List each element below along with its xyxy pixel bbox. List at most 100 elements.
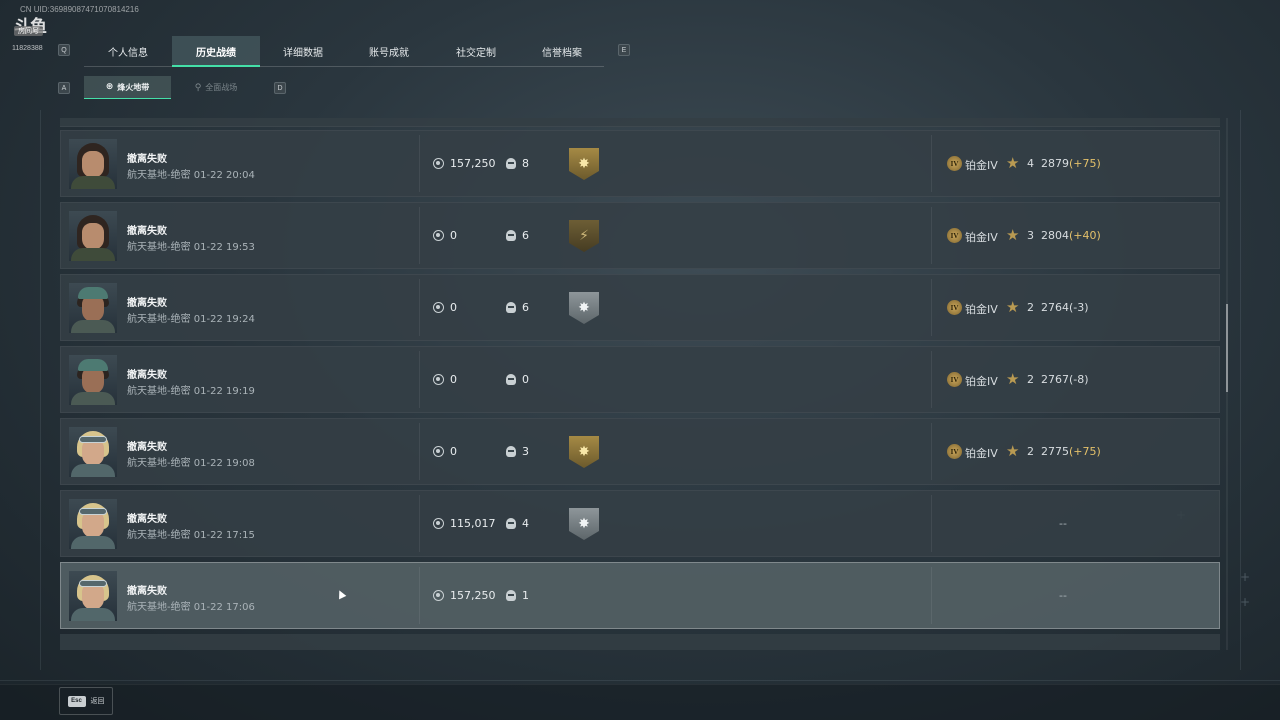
rank-badge-icon: IV	[947, 444, 962, 459]
rank-score: 2879(+75)	[1041, 157, 1101, 170]
skull-icon	[506, 518, 516, 529]
match-meta: 航天基地-绝密 01-22 19:19	[127, 382, 255, 397]
match-row[interactable]: 撤离失败 航天基地-绝密 01-22 17:06 157,250 1 --	[60, 562, 1220, 629]
column-divider	[419, 279, 420, 336]
rank-badge-icon: IV	[947, 156, 962, 171]
top-tab-bar: Q 个人信息 历史战绩 详细数据 账号成就 社交定制 信誉档案 E	[58, 36, 638, 68]
star-icon: ★	[1006, 226, 1020, 244]
operator-avatar	[69, 499, 117, 549]
scrollbar-thumb[interactable]	[1226, 304, 1228, 392]
map-mode: 航天基地-绝密	[127, 386, 191, 397]
match-row[interactable]: 撤离失败 航天基地-绝密 01-22 17:15 115,017 4 ✸ --	[60, 490, 1220, 557]
tab-4[interactable]: 账号成就	[346, 36, 432, 66]
burst-emblem-icon: ✸	[569, 508, 599, 540]
score-value: 2879	[1041, 157, 1069, 170]
tab-5[interactable]: 社交定制	[432, 36, 520, 66]
tab-2[interactable]: 历史战绩	[172, 36, 260, 67]
kill-count: 6	[522, 301, 529, 314]
tab-1[interactable]: 个人信息	[84, 36, 172, 66]
key-hint-d[interactable]: D	[274, 82, 286, 94]
rank-name: 铂金IV	[965, 231, 998, 244]
rank-score: 2804(+40)	[1041, 229, 1101, 242]
tab-6[interactable]: 信誉档案	[520, 36, 604, 66]
match-time: 01-22 19:53	[193, 242, 255, 253]
loot-value: 115,017	[450, 517, 496, 530]
operator-avatar	[69, 427, 117, 477]
star-count: 2	[1027, 373, 1034, 386]
column-divider	[931, 495, 932, 552]
esc-key-icon: Esc	[67, 695, 86, 707]
operator-avatar	[69, 355, 117, 405]
sub-tab-bar: A ⊛ 烽火地带 ⚲ 全面战场 D	[58, 76, 298, 100]
score-delta: (+75)	[1069, 445, 1101, 458]
column-divider	[931, 279, 932, 336]
column-divider	[419, 495, 420, 552]
radar-icon: ⊛	[105, 82, 114, 92]
match-history-list[interactable]: 撤离失败 航天基地-绝密 01-22 20:04 157,250 8 ✸ IV 铂金IV ★ 4…	[60, 118, 1222, 650]
match-result: 撤离失败	[127, 514, 167, 525]
runner-emblem-icon: ⚡	[569, 220, 599, 252]
subtab-firezone-label: 烽火地带	[117, 82, 150, 92]
column-divider	[931, 423, 932, 480]
score-delta: (+40)	[1069, 229, 1101, 242]
kill-count: 3	[522, 445, 529, 458]
column-divider	[931, 351, 932, 408]
star-icon: ★	[1006, 442, 1020, 460]
column-divider	[931, 567, 932, 624]
tab-strip: 个人信息 历史战绩 详细数据 账号成就 社交定制 信誉档案	[84, 36, 604, 67]
burst-emblem-icon: ✸	[569, 292, 599, 324]
partial-row-top	[60, 118, 1220, 127]
coin-icon	[433, 518, 444, 529]
kill-count: 1	[522, 589, 529, 602]
match-time: 01-22 20:04	[193, 170, 255, 181]
rank-name: 铂金IV	[965, 447, 998, 460]
loot-value: 157,250	[450, 589, 496, 602]
match-row[interactable]: 撤离失败 航天基地-绝密 01-22 19:19 0 0 IV 铂金IV ★ 2 2767(-8…	[60, 346, 1220, 413]
kill-count: 8	[522, 157, 529, 170]
column-divider	[419, 135, 420, 192]
subtab-battlefield[interactable]: ⚲ 全面战场	[176, 76, 256, 99]
rank-badge-icon: IV	[947, 300, 962, 315]
skull-icon	[506, 158, 516, 169]
score-value: 2775	[1041, 445, 1069, 458]
column-divider	[419, 567, 420, 624]
map-mode: 航天基地-绝密	[127, 458, 191, 469]
key-hint-e[interactable]: E	[618, 44, 630, 56]
tab-3[interactable]: 详细数据	[260, 36, 346, 66]
subtab-firezone[interactable]: ⊛ 烽火地带	[84, 76, 171, 99]
room-number: 11828388	[12, 45, 43, 52]
match-result: 撤离失败	[127, 586, 167, 597]
loot-value: 0	[450, 229, 457, 242]
match-result: 撤离失败	[127, 442, 167, 453]
score-delta: (-8)	[1069, 373, 1089, 386]
match-row[interactable]: 撤离失败 航天基地-绝密 01-22 19:08 0 3 ✸ IV 铂金IV ★ 2 2775(+…	[60, 418, 1220, 485]
rank-badge-icon: IV	[947, 228, 962, 243]
no-rank-placeholder: --	[1059, 589, 1067, 602]
loot-value: 0	[450, 373, 457, 386]
match-row[interactable]: 撤离失败 航天基地-绝密 01-22 19:24 0 6 ✸ IV 铂金IV ★ 2 2764(-…	[60, 274, 1220, 341]
match-row[interactable]: 撤离失败 航天基地-绝密 01-22 19:53 0 6 ⚡ IV 铂金IV ★ 3 2804(+…	[60, 202, 1220, 269]
rank-badge-icon: IV	[947, 372, 962, 387]
match-time: 01-22 19:08	[193, 458, 255, 469]
key-hint-q[interactable]: Q	[58, 44, 70, 56]
rank-name: 铂金IV	[965, 303, 998, 316]
tower-icon: ⚲	[194, 82, 202, 93]
skull-icon	[506, 446, 516, 457]
column-divider	[419, 207, 420, 264]
coin-icon	[433, 590, 444, 601]
column-divider	[419, 423, 420, 480]
coin-icon	[433, 302, 444, 313]
star-icon: ★	[1006, 298, 1020, 316]
star-count: 2	[1027, 445, 1034, 458]
bottom-bar	[0, 684, 1280, 720]
coin-icon	[433, 230, 444, 241]
match-meta: 航天基地-绝密 01-22 17:06	[127, 598, 255, 613]
back-button[interactable]: Esc 返回	[59, 687, 113, 715]
match-row[interactable]: 撤离失败 航天基地-绝密 01-22 20:04 157,250 8 ✸ IV 铂金IV ★ 4…	[60, 130, 1220, 197]
star-icon: ★	[1006, 154, 1020, 172]
map-mode: 航天基地-绝密	[127, 314, 191, 325]
match-meta: 航天基地-绝密 01-22 19:08	[127, 454, 255, 469]
skull-icon	[506, 590, 516, 601]
key-hint-a[interactable]: A	[58, 82, 70, 94]
skull-icon	[506, 302, 516, 313]
